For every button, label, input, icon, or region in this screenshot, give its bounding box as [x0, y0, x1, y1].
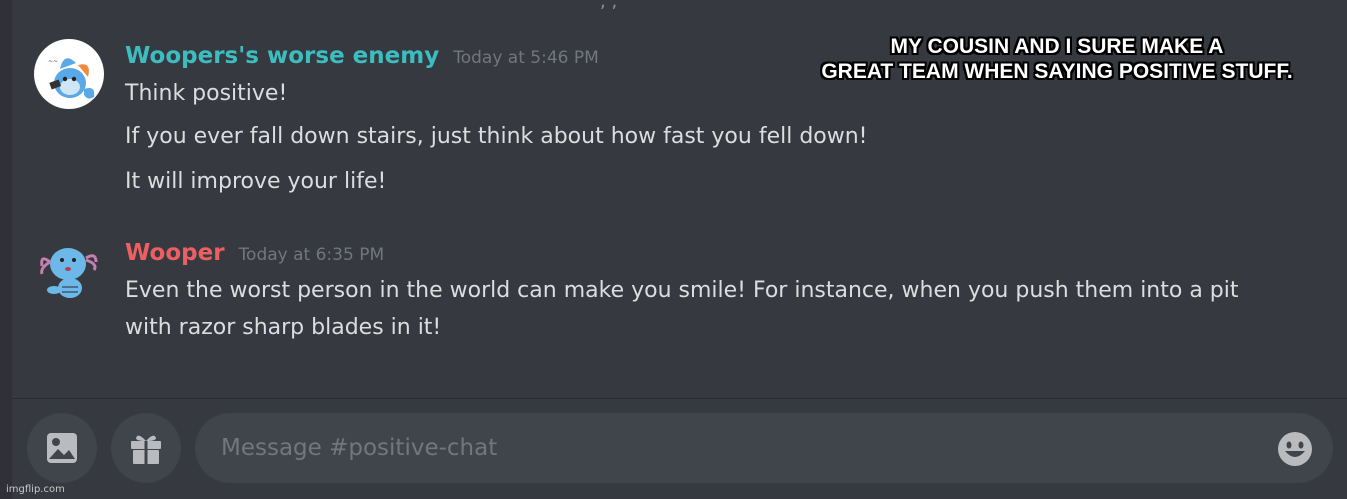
message-text: If you ever fall down stairs, just think… [125, 124, 868, 149]
emoji-button[interactable] [1277, 431, 1313, 467]
author-name[interactable]: Woopers's worse enemy [125, 43, 439, 69]
message-text: It will improve your life! [125, 169, 387, 194]
svg-text:~~: ~~ [48, 58, 58, 65]
sidebar-edge [0, 0, 12, 499]
message-text: with razor sharp blades in it! [125, 315, 442, 340]
message-input[interactable]: Message #positive-chat [195, 413, 1333, 483]
gift-button[interactable] [111, 413, 181, 483]
upload-image-button[interactable] [27, 413, 97, 483]
author-name[interactable]: Wooper [125, 240, 225, 266]
timestamp: Today at 6:35 PM [238, 245, 385, 265]
meme-caption: MY COUSIN AND I SURE MAKE A GREAT TEAM W… [797, 34, 1317, 84]
message-input-placeholder: Message #positive-chat [221, 435, 498, 461]
avatar[interactable]: ~~ [34, 39, 104, 109]
caption-line: GREAT TEAM WHEN SAYING POSITIVE STUFF. [821, 60, 1293, 83]
watermark: imgflip.com [6, 484, 65, 495]
timestamp: Today at 5:46 PM [453, 48, 599, 68]
message-composer: Message #positive-chat [12, 399, 1347, 499]
emoji-icon [1278, 432, 1312, 466]
message-text: Think positive! [125, 81, 288, 106]
mudkip-avatar-icon: ~~ [48, 58, 95, 99]
avatar[interactable] [34, 236, 104, 306]
image-icon [47, 433, 77, 463]
caption-line: MY COUSIN AND I SURE MAKE A [890, 35, 1224, 58]
wooper-avatar-icon [40, 248, 98, 298]
message-text: Even the worst person in the world can m… [125, 278, 1239, 303]
gift-icon [131, 435, 161, 464]
